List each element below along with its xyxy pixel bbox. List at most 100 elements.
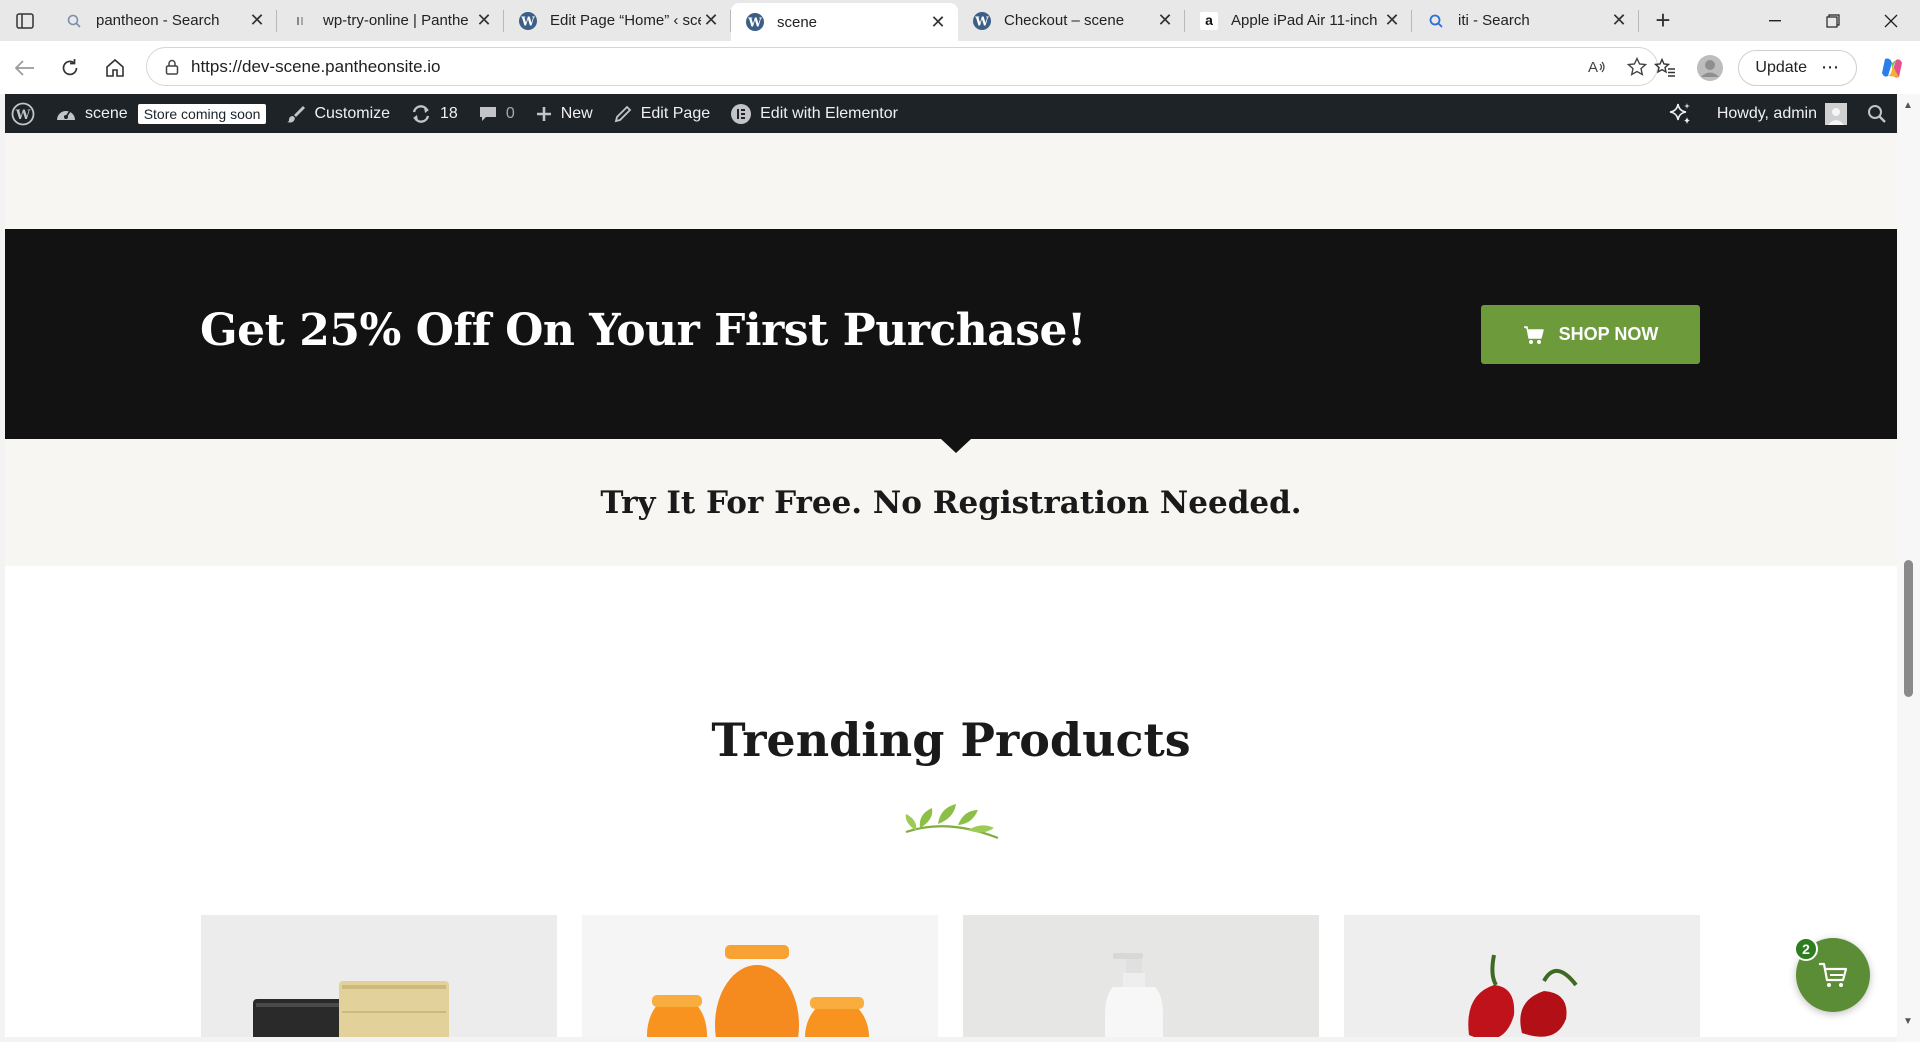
- howdy-text: Howdy, admin: [1716, 104, 1817, 122]
- comment-bubble-icon: [479, 106, 496, 121]
- close-tab-icon[interactable]: ✕: [928, 12, 948, 32]
- leaf-divider-icon: [905, 804, 999, 840]
- tab-title: Edit Page “Home” ‹ sce: [550, 12, 701, 29]
- minimize-icon: [1769, 19, 1781, 21]
- refresh-button[interactable]: [47, 45, 92, 90]
- pencil-icon: [614, 105, 632, 122]
- back-button[interactable]: [2, 45, 47, 90]
- home-button[interactable]: [92, 45, 137, 90]
- profile-button[interactable]: [1687, 45, 1732, 90]
- scrollbar-thumb[interactable]: [1904, 560, 1913, 697]
- elementor-icon: [731, 103, 752, 124]
- cart-count-badge: 2: [1794, 937, 1818, 961]
- restore-button[interactable]: [1804, 0, 1862, 41]
- more-menu-icon[interactable]: ⋯: [1821, 57, 1840, 78]
- wordpress-icon: W: [518, 11, 538, 31]
- scroll-down-icon[interactable]: ▼: [1903, 1016, 1913, 1027]
- customize-link[interactable]: Customize: [276, 94, 400, 133]
- close-icon: [1884, 14, 1898, 27]
- product-image-pouches: [253, 981, 449, 1037]
- scroll-up-icon[interactable]: ▲: [1903, 100, 1913, 111]
- search-icon: [1868, 104, 1886, 123]
- svg-text:a: a: [1205, 12, 1213, 28]
- page-scrollbar[interactable]: ▲ ▼: [1897, 94, 1920, 1042]
- updates-link[interactable]: 18: [400, 94, 468, 133]
- wordpress-icon: W: [972, 11, 992, 31]
- wordpress-icon: W: [11, 102, 35, 125]
- update-button[interactable]: Update ⋯: [1738, 49, 1857, 86]
- lock-icon[interactable]: [153, 59, 191, 75]
- comments-count: 0: [505, 104, 515, 122]
- store-status-badge[interactable]: Store coming soon: [137, 103, 267, 124]
- admin-search-button[interactable]: [1857, 94, 1897, 133]
- close-window-button[interactable]: [1862, 0, 1920, 41]
- address-bar[interactable]: https://dev-scene.pantheonsite.io A: [146, 47, 1658, 86]
- window-controls: [1746, 0, 1920, 41]
- shop-now-button[interactable]: SHOP NOW: [1481, 305, 1700, 364]
- close-tab-icon[interactable]: ✕: [1155, 10, 1175, 31]
- plus-icon: +: [1655, 5, 1671, 35]
- updates-count: 18: [440, 104, 458, 122]
- site-name-menu[interactable]: scene Store coming soon: [45, 94, 276, 133]
- wp-logo-menu[interactable]: W: [5, 94, 45, 133]
- comments-link[interactable]: 0: [468, 94, 525, 133]
- refresh-icon: [62, 58, 77, 75]
- edit-page-label: Edit Page: [640, 104, 711, 122]
- favorites-button[interactable]: [1642, 45, 1687, 90]
- close-tab-icon[interactable]: ✕: [474, 10, 494, 31]
- close-tab-icon[interactable]: ✕: [1609, 10, 1629, 31]
- svg-text:W: W: [747, 16, 762, 30]
- cart-icon: [1523, 325, 1544, 344]
- edit-page-link[interactable]: Edit Page: [603, 94, 720, 133]
- back-arrow-icon: [14, 59, 34, 76]
- tab-checkout-scene[interactable]: W Checkout – scene ✕: [958, 0, 1185, 41]
- profile-avatar-icon: [1696, 54, 1723, 81]
- cart-icon: [1819, 962, 1848, 987]
- promo-pointer-arrow: [941, 439, 971, 453]
- copilot-button[interactable]: [1869, 45, 1914, 90]
- tab-apple-ipad[interactable]: a Apple iPad Air 11-inch ✕: [1185, 0, 1412, 41]
- tab-title: wp-try-online | Panthe: [323, 12, 469, 29]
- updates-icon: [412, 104, 430, 123]
- close-tab-icon[interactable]: ✕: [1382, 10, 1402, 31]
- close-tab-icon[interactable]: ✕: [247, 10, 267, 31]
- product-card[interactable]: [201, 915, 557, 1037]
- tab-scene[interactable]: W scene ✕: [731, 3, 958, 41]
- tab-title: Apple iPad Air 11-inch: [1231, 12, 1378, 29]
- free-trial-text: Try It For Free. No Registration Needed.: [600, 485, 1302, 521]
- free-trial-band: Try It For Free. No Registration Needed.: [5, 439, 1897, 566]
- tab-wp-try-online[interactable]: wp-try-online | Panthe ✕: [277, 0, 504, 41]
- tab-title: Checkout – scene: [1004, 12, 1125, 29]
- tab-title: scene: [777, 13, 818, 31]
- tab-title: pantheon - Search: [96, 12, 220, 29]
- close-tab-icon[interactable]: ✕: [701, 10, 721, 31]
- page-viewport: Get 25% Off On Your First Purchase! SHOP…: [5, 133, 1897, 1037]
- new-content-menu[interactable]: New: [525, 94, 603, 133]
- promo-banner: Get 25% Off On Your First Purchase! SHOP…: [5, 229, 1897, 439]
- ai-assistant-button[interactable]: [1657, 94, 1703, 133]
- tab-strip: pantheon - Search ✕ wp-try-online | Pant…: [0, 0, 1920, 41]
- tab-edit-page-home[interactable]: W Edit Page “Home” ‹ sce ✕: [504, 0, 731, 41]
- tab-pantheon-search[interactable]: pantheon - Search ✕: [50, 0, 277, 41]
- product-card[interactable]: [1344, 915, 1700, 1037]
- wordpress-icon: W: [745, 12, 765, 32]
- product-card[interactable]: [963, 915, 1319, 1037]
- new-tab-button[interactable]: +: [1643, 0, 1683, 41]
- tab-actions-button[interactable]: [0, 0, 50, 41]
- url-text[interactable]: https://dev-scene.pantheonsite.io: [191, 57, 1577, 77]
- amazon-icon: a: [1199, 11, 1219, 31]
- svg-text:W: W: [974, 14, 989, 28]
- product-image-bottle: [1105, 953, 1163, 1037]
- product-card[interactable]: [582, 915, 938, 1037]
- pantheon-icon: [291, 11, 311, 31]
- tab-iti-search[interactable]: iti - Search ✕: [1412, 0, 1639, 41]
- minimize-button[interactable]: [1746, 0, 1804, 41]
- my-account-menu[interactable]: Howdy, admin: [1707, 94, 1857, 133]
- trending-products-title: Trending Products: [711, 713, 1191, 767]
- customize-label: Customize: [314, 104, 391, 122]
- navigation-bar: https://dev-scene.pantheonsite.io A Upda…: [0, 41, 1920, 94]
- favorites-icon: [1653, 57, 1675, 77]
- edit-with-elementor-link[interactable]: Edit with Elementor: [720, 94, 908, 133]
- read-aloud-icon[interactable]: A: [1577, 58, 1617, 76]
- svg-text:A: A: [1588, 59, 1598, 76]
